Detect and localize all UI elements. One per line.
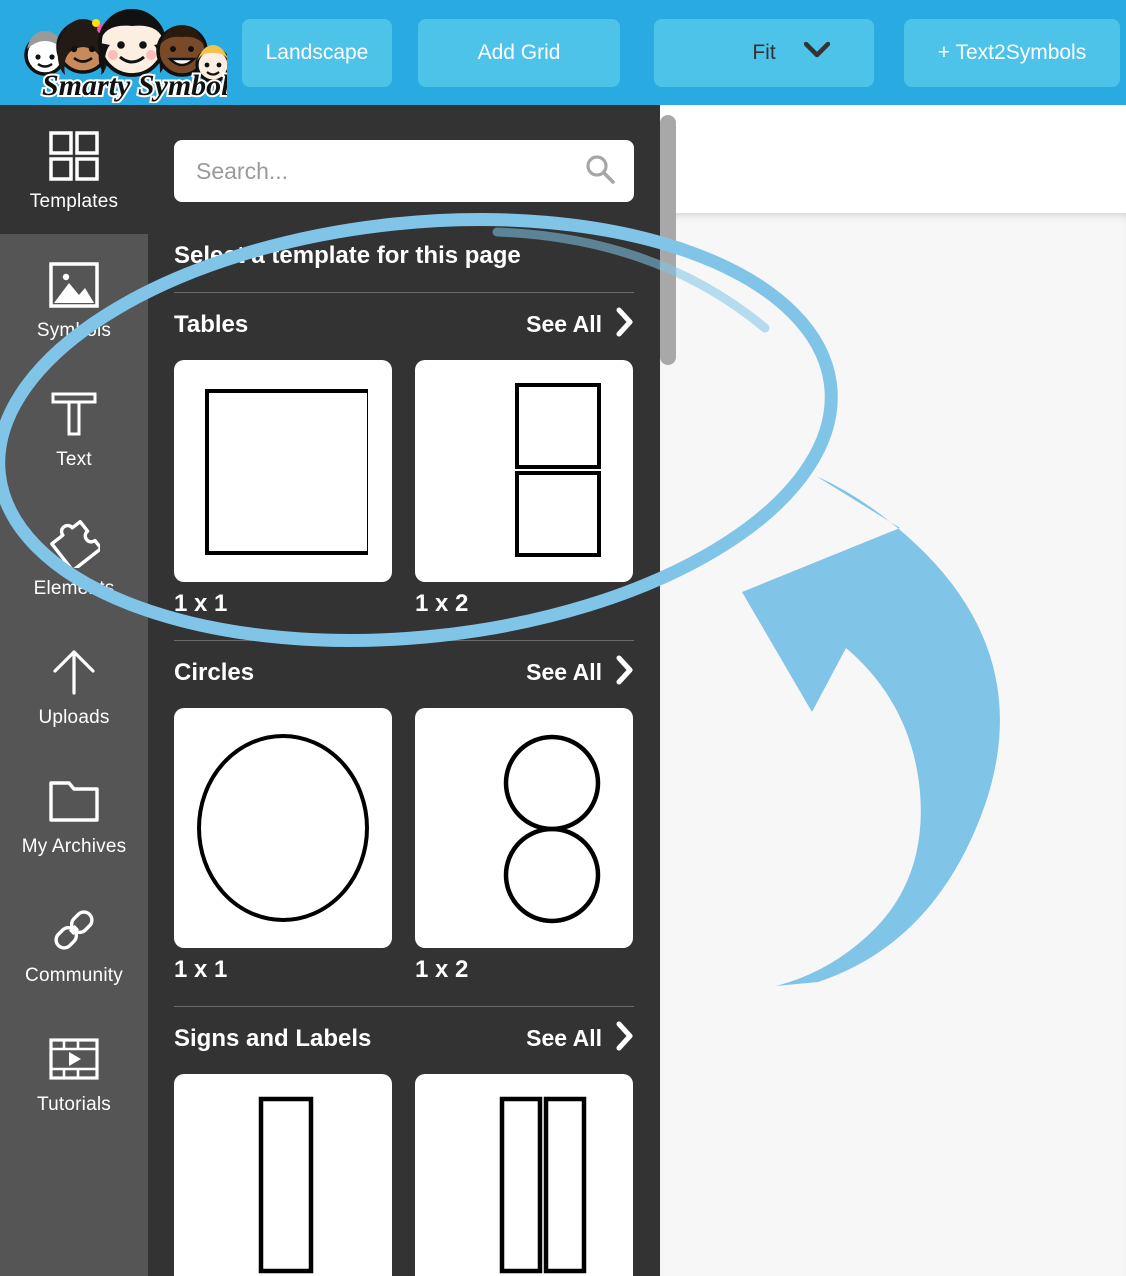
sidebar-item-uploads[interactable]: Uploads: [0, 621, 148, 750]
square-single-thumb: [205, 389, 368, 555]
fit-dropdown[interactable]: Fit: [654, 18, 874, 87]
sidebar-item-elements[interactable]: Elements: [0, 492, 148, 621]
svg-text:Smarty Symbols: Smarty Symbols: [42, 69, 227, 102]
section-divider: [174, 1006, 634, 1007]
sidebar-item-text[interactable]: Text: [0, 363, 148, 492]
search-field[interactable]: [174, 140, 634, 202]
template-card-label: 1 x 2: [415, 590, 469, 617]
section-divider: [174, 640, 634, 641]
template-cards-tables: 1 x 1 1 x 2: [174, 360, 634, 618]
template-card[interactable]: [415, 360, 633, 582]
smarty-symbols-logo[interactable]: Smarty Symbols: [12, 3, 227, 103]
section-divider: [174, 292, 634, 293]
chevron-down-icon: [803, 41, 831, 65]
canvas-page[interactable]: [660, 105, 1126, 213]
template-card-label: 1 x 1: [174, 590, 228, 617]
see-all-label: See All: [526, 1025, 602, 1051]
fit-label: Fit: [752, 40, 776, 64]
circle-stacked-two-thumb: [503, 734, 601, 924]
chevron-right-icon: [616, 307, 634, 342]
template-card[interactable]: [174, 708, 392, 948]
template-card[interactable]: [415, 708, 633, 948]
sidebar-item-label: Uploads: [38, 706, 110, 728]
sidebar-item-label: Templates: [29, 190, 119, 212]
see-all-circles-button[interactable]: See All: [526, 655, 634, 690]
search-input[interactable]: [196, 157, 584, 185]
chain-link-icon: [48, 901, 100, 959]
chevron-right-icon: [616, 1021, 634, 1056]
template-card-label: 1 x 1: [174, 956, 228, 983]
sidebar-item-label: Elements: [33, 577, 115, 599]
circle-single-thumb: [197, 734, 369, 922]
section-header-circles: Circles See All: [174, 655, 634, 690]
square-stacked-two-thumb: [515, 383, 601, 557]
search-icon[interactable]: [584, 153, 616, 190]
canvas-workspace[interactable]: [660, 213, 1126, 1276]
section-title: Signs and Labels: [174, 1024, 372, 1052]
puzzle-piece-icon: [48, 514, 100, 572]
see-all-label: See All: [526, 659, 602, 685]
template-card[interactable]: [415, 1074, 633, 1276]
templates-panel: Select a template for this page Tables S…: [148, 105, 660, 1276]
sidebar-item-label: My Archives: [21, 835, 127, 857]
left-sidebar: Templates Symbols Text Elements Uploads …: [0, 105, 148, 1276]
film-play-icon: [48, 1030, 100, 1088]
top-toolbar: Smarty Symbols Landscape Add Grid Fit + …: [0, 0, 1126, 105]
template-cards-signs-and-labels: 1× 1 2× 1: [174, 1074, 634, 1276]
text-t-icon: [50, 385, 98, 443]
section-title: Tables: [174, 310, 249, 338]
sidebar-item-label: Community: [25, 964, 123, 986]
sidebar-item-symbols[interactable]: Symbols: [0, 234, 148, 363]
landscape-button[interactable]: Landscape: [242, 18, 392, 87]
add-grid-button[interactable]: Add Grid: [418, 18, 620, 87]
template-card[interactable]: [174, 360, 392, 582]
see-all-tables-button[interactable]: See All: [526, 307, 634, 342]
upload-arrow-icon: [49, 643, 99, 701]
sidebar-item-my-archives[interactable]: My Archives: [0, 750, 148, 879]
chevron-right-icon: [616, 655, 634, 690]
tall-rect-two-columns-thumb: [499, 1096, 587, 1274]
text2symbols-label: + Text2Symbols: [937, 40, 1087, 64]
sidebar-item-label: Symbols: [36, 319, 112, 341]
landscape-label: Landscape: [265, 40, 369, 64]
sidebar-item-tutorials[interactable]: Tutorials: [0, 1008, 148, 1137]
see-all-signs-and-labels-button[interactable]: See All: [526, 1021, 634, 1056]
panel-scrollbar[interactable]: [660, 115, 676, 365]
grid-squares-icon: [49, 127, 99, 185]
sidebar-item-label: Text: [56, 448, 92, 470]
image-picture-icon: [49, 256, 99, 314]
page-title: Select a template for this page: [174, 242, 521, 269]
template-cards-circles: 1 x 1 1 x 2: [174, 708, 634, 984]
folder-icon: [48, 772, 100, 830]
tall-rect-single-thumb: [258, 1096, 314, 1274]
add-grid-label: Add Grid: [477, 40, 561, 64]
template-card[interactable]: [174, 1074, 392, 1276]
template-card-label: 1 x 2: [415, 956, 469, 983]
sidebar-item-templates[interactable]: Templates: [0, 105, 148, 234]
see-all-label: See All: [526, 311, 602, 337]
sidebar-item-community[interactable]: Community: [0, 879, 148, 1008]
section-title: Circles: [174, 658, 255, 686]
text2symbols-button[interactable]: + Text2Symbols: [904, 18, 1120, 87]
sidebar-item-label: Tutorials: [37, 1093, 111, 1115]
section-header-tables: Tables See All: [174, 307, 634, 342]
section-header-signs-and-labels: Signs and Labels See All: [174, 1021, 634, 1056]
